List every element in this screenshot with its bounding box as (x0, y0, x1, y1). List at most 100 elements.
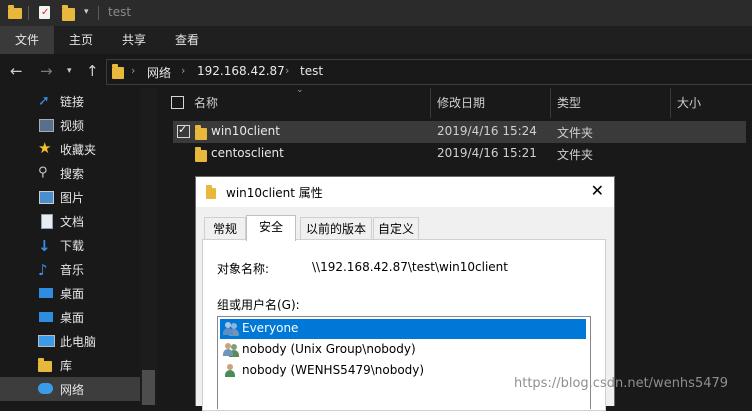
chevron-right-icon[interactable]: › (131, 64, 135, 77)
sidebar-item-label: 文档 (60, 215, 85, 229)
dialog-title-bar[interactable]: win10client 属性 ✕ (196, 177, 614, 207)
tab-home[interactable]: 主页 (56, 26, 106, 54)
column-header-date[interactable]: 修改日期 (437, 88, 485, 118)
sidebar-item-label: 桌面 (60, 287, 85, 301)
sidebar-item-library[interactable]: 库 (0, 353, 140, 377)
column-divider[interactable] (550, 88, 551, 118)
properties-icon[interactable]: ✓ (38, 5, 52, 21)
column-header-type[interactable]: 类型 (557, 88, 581, 118)
navigation-bar: ← → ▾ ↑ › 网络 › 192.168.42.87 › test (0, 54, 752, 88)
list-item[interactable]: nobody (Unix Group\nobody) (220, 340, 586, 360)
properties-dialog: win10client 属性 ✕ 常规 安全 以前的版本 自定义 对象名称: \… (195, 176, 615, 411)
file-date: 2019/4/16 15:21 (437, 146, 537, 160)
sidebar-item-label: 视频 (60, 119, 85, 133)
sidebar-item-network[interactable]: 网络 (0, 377, 140, 401)
sidebar-scrollbar[interactable] (140, 88, 157, 405)
sidebar-item-pictures[interactable]: 图片 (0, 185, 140, 209)
forward-arrow-icon[interactable]: → (40, 62, 53, 80)
document-icon (38, 213, 54, 229)
sidebar-item-search[interactable]: ⚲ 搜索 (0, 161, 140, 185)
star-icon: ★ (38, 139, 52, 157)
file-name: centosclient (211, 146, 284, 160)
sidebar-scrollbar-thumb[interactable] (142, 370, 155, 405)
sidebar-item-downloads[interactable]: ↓ 下载 (0, 233, 140, 257)
library-icon (38, 357, 54, 373)
sidebar-item-label: 音乐 (60, 263, 85, 277)
file-type: 文件夹 (557, 126, 594, 140)
select-all-checkbox[interactable] (171, 96, 184, 109)
ribbon-tabs: 文件 主页 共享 查看 (0, 26, 752, 54)
row-checkbox[interactable] (177, 123, 190, 138)
sidebar-item-documents[interactable]: 文档 (0, 209, 140, 233)
table-row[interactable]: win10client 2019/4/16 15:24 文件夹 (173, 121, 746, 143)
link-icon: ➚ (38, 93, 50, 109)
divider (98, 6, 99, 20)
breadcrumb-host[interactable]: 192.168.42.87 (197, 64, 285, 78)
sidebar-item-music[interactable]: ♪ 音乐 (0, 257, 140, 281)
tab-customize[interactable]: 自定义 (373, 217, 419, 240)
column-divider[interactable] (670, 88, 671, 118)
sidebar-item-links[interactable]: ➚ 链接 (0, 89, 140, 113)
customize-quick-access-icon[interactable]: ▾ (84, 7, 89, 23)
user-icon (223, 364, 239, 378)
dialog-title: win10client 属性 (226, 186, 323, 200)
sidebar-item-label: 此电脑 (60, 335, 97, 349)
sidebar-item-label: 收藏夹 (60, 143, 97, 157)
table-row[interactable]: centosclient 2019/4/16 15:21 文件夹 (173, 143, 746, 165)
chevron-right-icon[interactable]: › (181, 64, 185, 77)
column-header-name[interactable]: 名称 (194, 88, 218, 118)
file-date: 2019/4/16 15:24 (437, 124, 537, 138)
video-icon (38, 117, 54, 133)
file-type: 文件夹 (557, 148, 594, 162)
column-divider[interactable] (430, 88, 431, 118)
tab-previous-versions[interactable]: 以前的版本 (300, 217, 372, 240)
network-icon (38, 381, 54, 397)
title-bar: ✓ ▾ test (0, 0, 752, 26)
divider (28, 6, 29, 20)
window-title: test (108, 5, 132, 19)
breadcrumb-test[interactable]: test (300, 64, 323, 78)
music-icon: ♪ (38, 261, 48, 279)
desktop-icon (38, 309, 54, 325)
desktop-icon (38, 285, 54, 301)
tab-security[interactable]: 安全 (246, 215, 296, 241)
chevron-right-icon[interactable]: › (285, 64, 289, 77)
users-group-icon (223, 343, 239, 357)
download-icon: ↓ (38, 237, 51, 255)
object-name-label: 对象名称: (217, 262, 270, 276)
sidebar-item-label: 下载 (60, 239, 85, 253)
address-bar[interactable]: › 网络 › 192.168.42.87 › test (106, 59, 752, 85)
file-name: win10client (211, 124, 280, 138)
sidebar-item-videos[interactable]: 视频 (0, 113, 140, 137)
sidebar-item-label: 搜索 (60, 167, 85, 181)
sidebar-item-favorites[interactable]: ★ 收藏夹 (0, 137, 140, 161)
group-users-label: 组或用户名(G): (217, 298, 300, 312)
sidebar-item-label: 桌面 (60, 311, 85, 325)
group-users-list[interactable]: Everyone nobody (Unix Group\nobody) nobo… (217, 316, 591, 409)
pictures-icon (38, 189, 54, 205)
sidebar-item-desktop-2[interactable]: 桌面 (0, 305, 140, 329)
users-group-icon (223, 322, 239, 336)
tab-file[interactable]: 文件 (0, 26, 54, 54)
search-icon: ⚲ (38, 165, 48, 180)
tab-general[interactable]: 常规 (204, 217, 246, 240)
user-name: Everyone (242, 321, 299, 335)
breadcrumb-network[interactable]: 网络 (147, 64, 171, 81)
sidebar-item-this-pc[interactable]: 此电脑 (0, 329, 140, 353)
tab-view[interactable]: 查看 (162, 26, 212, 54)
sidebar-item-desktop[interactable]: 桌面 (0, 281, 140, 305)
recent-locations-icon[interactable]: ▾ (67, 66, 72, 76)
back-arrow-icon[interactable]: ← (10, 62, 23, 80)
sort-chevron-icon: ⌄ (296, 85, 304, 95)
list-item[interactable]: Everyone (220, 319, 586, 339)
sidebar-item-label: 网络 (60, 383, 85, 397)
tab-share[interactable]: 共享 (108, 26, 160, 54)
up-arrow-icon[interactable]: ↑ (86, 62, 99, 80)
column-header-size[interactable]: 大小 (677, 88, 701, 118)
sidebar-item-label: 图片 (60, 191, 85, 205)
watermark-text: https://blog.csdn.net/wenhs5479 (514, 376, 729, 391)
computer-icon (38, 333, 55, 349)
user-name: nobody (Unix Group\nobody) (242, 342, 416, 356)
close-icon[interactable]: ✕ (591, 181, 604, 200)
navigation-pane: ➚ 链接 视频 ★ 收藏夹 ⚲ 搜索 图片 文档 ↓ 下载 ♪ 音乐 桌面 桌面… (0, 88, 157, 405)
